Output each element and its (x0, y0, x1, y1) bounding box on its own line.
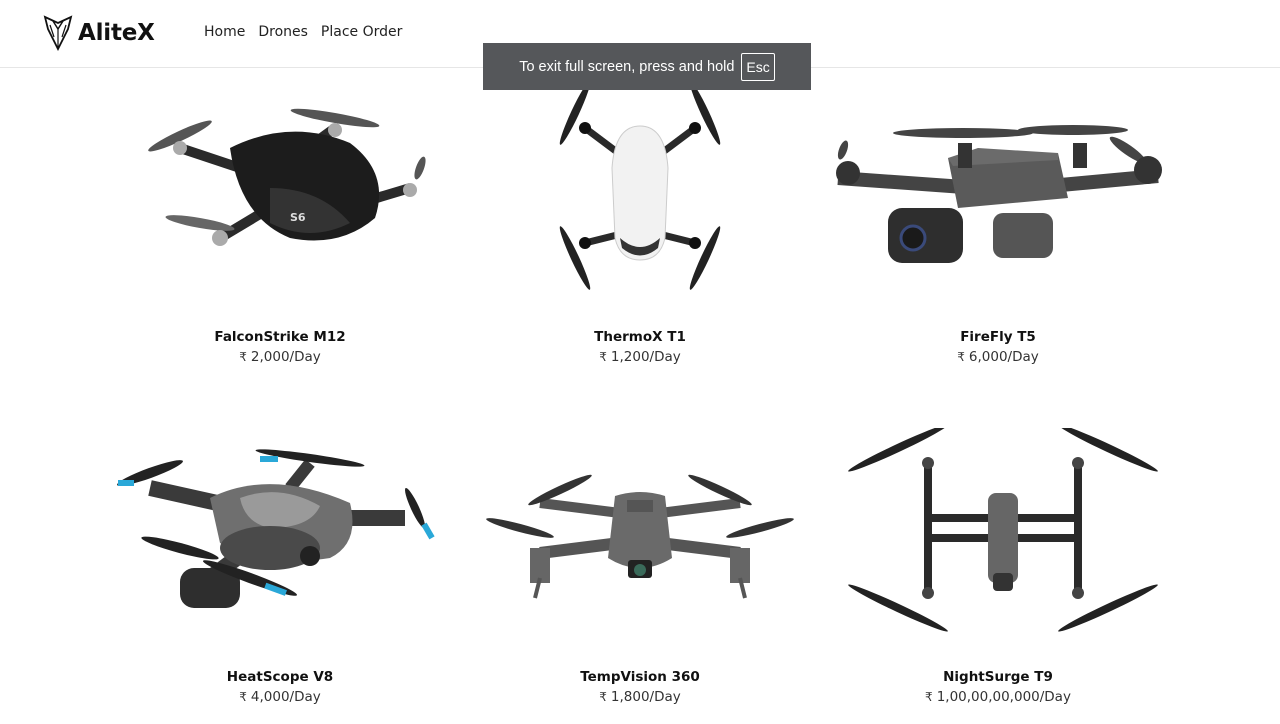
product-price: ₹2,000/Day (110, 347, 450, 367)
nav-link-home[interactable]: Home (204, 24, 245, 40)
product-price-value: 1,00,00,00,000/Day (936, 689, 1071, 705)
product-card-nightsurge[interactable]: NightSurge T9 ₹1,00,00,00,000/Day (828, 428, 1168, 707)
currency-symbol: ₹ (599, 690, 607, 704)
product-price-value: 1,800/Day (610, 689, 681, 705)
product-price: ₹4,000/Day (110, 687, 450, 707)
product-price-value: 4,000/Day (250, 689, 321, 705)
product-price-value: 2,000/Day (250, 349, 321, 365)
product-name[interactable]: TempVision 360 (470, 668, 810, 687)
nav-link-place-order[interactable]: Place Order (321, 24, 402, 40)
drone-tempvision-image[interactable] (480, 428, 800, 668)
product-name[interactable]: ThermoX T1 (470, 328, 810, 347)
product-price: ₹1,200/Day (470, 347, 810, 367)
product-card-thermox[interactable]: ThermoX T1 ₹1,200/Day (470, 88, 810, 367)
tuxedo-logo-icon (43, 15, 73, 51)
nav-link-drones[interactable]: Drones (258, 24, 308, 40)
svg-text:S6: S6 (290, 211, 306, 224)
currency-symbol: ₹ (925, 690, 933, 704)
product-name[interactable]: HeatScope V8 (110, 668, 450, 687)
esc-key-badge: Esc (741, 52, 775, 81)
product-name[interactable]: NightSurge T9 (828, 668, 1168, 687)
product-card-heatscope[interactable]: HeatScope V8 ₹4,000/Day (110, 428, 450, 707)
drone-falconstrike-image[interactable]: S6 (120, 88, 440, 328)
product-price-value: 1,200/Day (610, 349, 681, 365)
brand-name: AliteX (78, 20, 155, 46)
fullscreen-toast-text: To exit full screen, press and hold (519, 58, 735, 75)
product-price: ₹1,800/Day (470, 687, 810, 707)
drone-firefly-image[interactable] (828, 88, 1168, 328)
fullscreen-exit-toast: To exit full screen, press and hold Esc (483, 43, 811, 90)
product-name[interactable]: FalconStrike M12 (110, 328, 450, 347)
product-price-value: 6,000/Day (968, 349, 1039, 365)
product-card-tempvision[interactable]: TempVision 360 ₹1,800/Day (470, 428, 810, 707)
brand-logo[interactable]: AliteX (42, 15, 155, 51)
drone-heatscope-image[interactable] (110, 428, 450, 668)
currency-symbol: ₹ (239, 690, 247, 704)
product-price: ₹1,00,00,00,000/Day (828, 687, 1168, 707)
product-card-firefly[interactable]: FireFly T5 ₹6,000/Day (828, 88, 1168, 367)
product-price: ₹6,000/Day (828, 347, 1168, 367)
product-name[interactable]: FireFly T5 (828, 328, 1168, 347)
currency-symbol: ₹ (599, 350, 607, 364)
currency-symbol: ₹ (957, 350, 965, 364)
currency-symbol: ₹ (239, 350, 247, 364)
drone-thermox-image[interactable] (480, 88, 800, 328)
main-nav: Home Drones Place Order (204, 24, 402, 40)
product-card-falconstrike[interactable]: S6 FalconStrike M12 ₹2,000/Day (110, 88, 450, 367)
drone-nightsurge-image[interactable] (828, 428, 1168, 668)
